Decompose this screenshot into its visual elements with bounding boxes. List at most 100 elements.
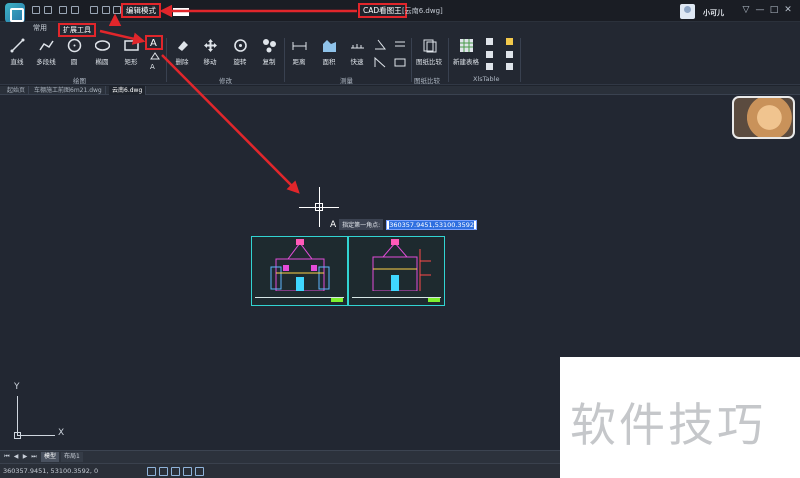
distance-icon (292, 42, 306, 50)
group-separator (284, 38, 285, 82)
copy-tool-label: 复制 (262, 58, 276, 66)
rect-tool[interactable]: 矩形 (120, 38, 142, 66)
distance-tool-label: 距离 (292, 58, 306, 66)
table-merge-tool[interactable] (506, 51, 514, 61)
angle-tool[interactable] (374, 38, 387, 52)
ruler-icon (350, 44, 364, 49)
undo-icon[interactable] (32, 6, 40, 14)
line-tool[interactable]: 直线 (6, 38, 28, 66)
maximize-icon[interactable]: □ (768, 4, 780, 16)
ellipse-icon (94, 40, 110, 51)
triangle-icon (150, 52, 160, 60)
doc-tab-start[interactable]: 起始页 (4, 86, 30, 95)
table-merge-icon (506, 51, 513, 58)
ellipse-tool[interactable]: 椭圆 (91, 38, 113, 66)
rotate-icon (233, 39, 247, 52)
polar-icon[interactable] (183, 467, 192, 476)
distance-tool[interactable]: 距离 (288, 38, 310, 66)
redo-icon[interactable] (44, 6, 52, 14)
move-tool-label: 移动 (203, 58, 217, 66)
group-separator (166, 38, 167, 82)
compare-icon (423, 39, 436, 53)
cloud-icon[interactable] (113, 6, 121, 14)
open-icon[interactable] (90, 6, 98, 14)
svg-text:A: A (150, 63, 155, 70)
snap-icon[interactable] (147, 467, 156, 476)
layout-tab-1[interactable]: 布局1 (61, 452, 83, 462)
coordinate-value[interactable]: 360357.9451,53100.3592 (389, 220, 474, 229)
menu-icon[interactable]: ▽ (740, 4, 752, 16)
table-insert-tool[interactable] (486, 38, 494, 48)
mode-switch[interactable] (173, 8, 189, 16)
group-compare-label: 图纸比较 (414, 77, 440, 85)
doc-tab-active[interactable]: 云南6.dwg (109, 86, 147, 95)
group-separator (411, 38, 412, 82)
rotate-tool[interactable]: 旋转 (229, 38, 251, 66)
svg-text:A: A (150, 38, 157, 47)
prev-tab-icon[interactable]: ◀ (12, 453, 20, 461)
crosshair-pickbox (315, 203, 323, 211)
ribbon-tabs: 常用 扩展工具 (0, 22, 800, 37)
group-draw-label: 绘图 (73, 77, 86, 85)
area-tool[interactable]: 面积 (318, 38, 340, 66)
tab-extended-tools[interactable]: 扩展工具 (58, 23, 96, 37)
line-tool-label: 直线 (10, 58, 24, 66)
new-table-tool-label: 新建表格 (453, 58, 479, 66)
table-icon (459, 39, 473, 52)
polyline-icon (38, 40, 54, 51)
table-export-icon (486, 51, 493, 58)
table-import-tool[interactable] (486, 63, 494, 73)
table-edit-tool[interactable] (506, 38, 514, 48)
delete-tool[interactable]: 删除 (171, 38, 193, 66)
app-logo-icon[interactable] (5, 3, 25, 23)
building-elevation-1 (270, 239, 330, 291)
drawing-sheet-1[interactable] (251, 236, 348, 306)
next-tab-icon[interactable]: ▶ (21, 453, 29, 461)
move-tool[interactable]: 移动 (199, 38, 221, 66)
mail-icon[interactable] (102, 6, 110, 14)
edit-mode-badge[interactable]: 编辑模式 (121, 3, 161, 18)
text-tool[interactable]: A (145, 35, 163, 50)
rect-tool-label: 矩形 (124, 58, 138, 66)
compare-tool[interactable]: 图纸比较 (414, 38, 444, 66)
user-avatar[interactable] (680, 4, 695, 19)
polyline-tool[interactable]: 多段线 (33, 38, 59, 66)
leader-icon: A (150, 63, 155, 71)
group-modify-label: 修改 (219, 77, 232, 85)
grid-icon[interactable] (159, 467, 168, 476)
osnap-icon[interactable] (195, 467, 204, 476)
document-tabs: 起始页 车棚施工前图6m21.dwg 云南6.dwg (0, 86, 800, 95)
doc-tab-file-1[interactable]: 车棚施工前图6m21.dwg (31, 86, 106, 95)
save-icon[interactable] (59, 6, 67, 14)
layout-tab-model[interactable]: 模型 (41, 452, 60, 462)
arc-length-tool[interactable] (394, 38, 406, 52)
rectangle-icon (123, 40, 139, 51)
table-split-tool[interactable] (506, 63, 514, 73)
coordinate-icon (374, 56, 386, 68)
quick-measure-tool[interactable]: 快速 (346, 38, 368, 66)
hatch-tool[interactable] (150, 52, 160, 62)
text-a-icon: A (150, 38, 157, 49)
circle-icon (67, 38, 81, 53)
table-export-tool[interactable] (486, 51, 494, 61)
print-icon[interactable] (71, 6, 79, 14)
circle-tool[interactable]: 圆 (64, 38, 84, 66)
group-separator (520, 38, 521, 82)
drawing-sheet-2[interactable] (348, 236, 445, 306)
user-name[interactable]: 小可儿 (703, 8, 724, 18)
tab-common[interactable]: 常用 (33, 23, 47, 33)
minimize-icon[interactable]: — (754, 4, 766, 16)
group-xlstable-label: XlsTable (473, 75, 500, 83)
delete-tool-label: 删除 (175, 58, 189, 66)
copy-tool[interactable]: 复制 (258, 38, 280, 66)
coordinate-input[interactable]: 360357.9451,53100.3592 (386, 219, 477, 230)
ortho-icon[interactable] (171, 467, 180, 476)
first-tab-icon[interactable]: ⏮ (3, 453, 11, 461)
rotate-tool-label: 旋转 (233, 58, 247, 66)
last-tab-icon[interactable]: ⏭ (30, 453, 38, 461)
radius-tool[interactable] (394, 56, 406, 70)
close-icon[interactable]: ✕ (782, 4, 794, 16)
coordinate-tool[interactable] (374, 56, 386, 70)
new-table-tool[interactable]: 新建表格 (451, 38, 481, 66)
leader-tool[interactable]: A (150, 62, 160, 72)
